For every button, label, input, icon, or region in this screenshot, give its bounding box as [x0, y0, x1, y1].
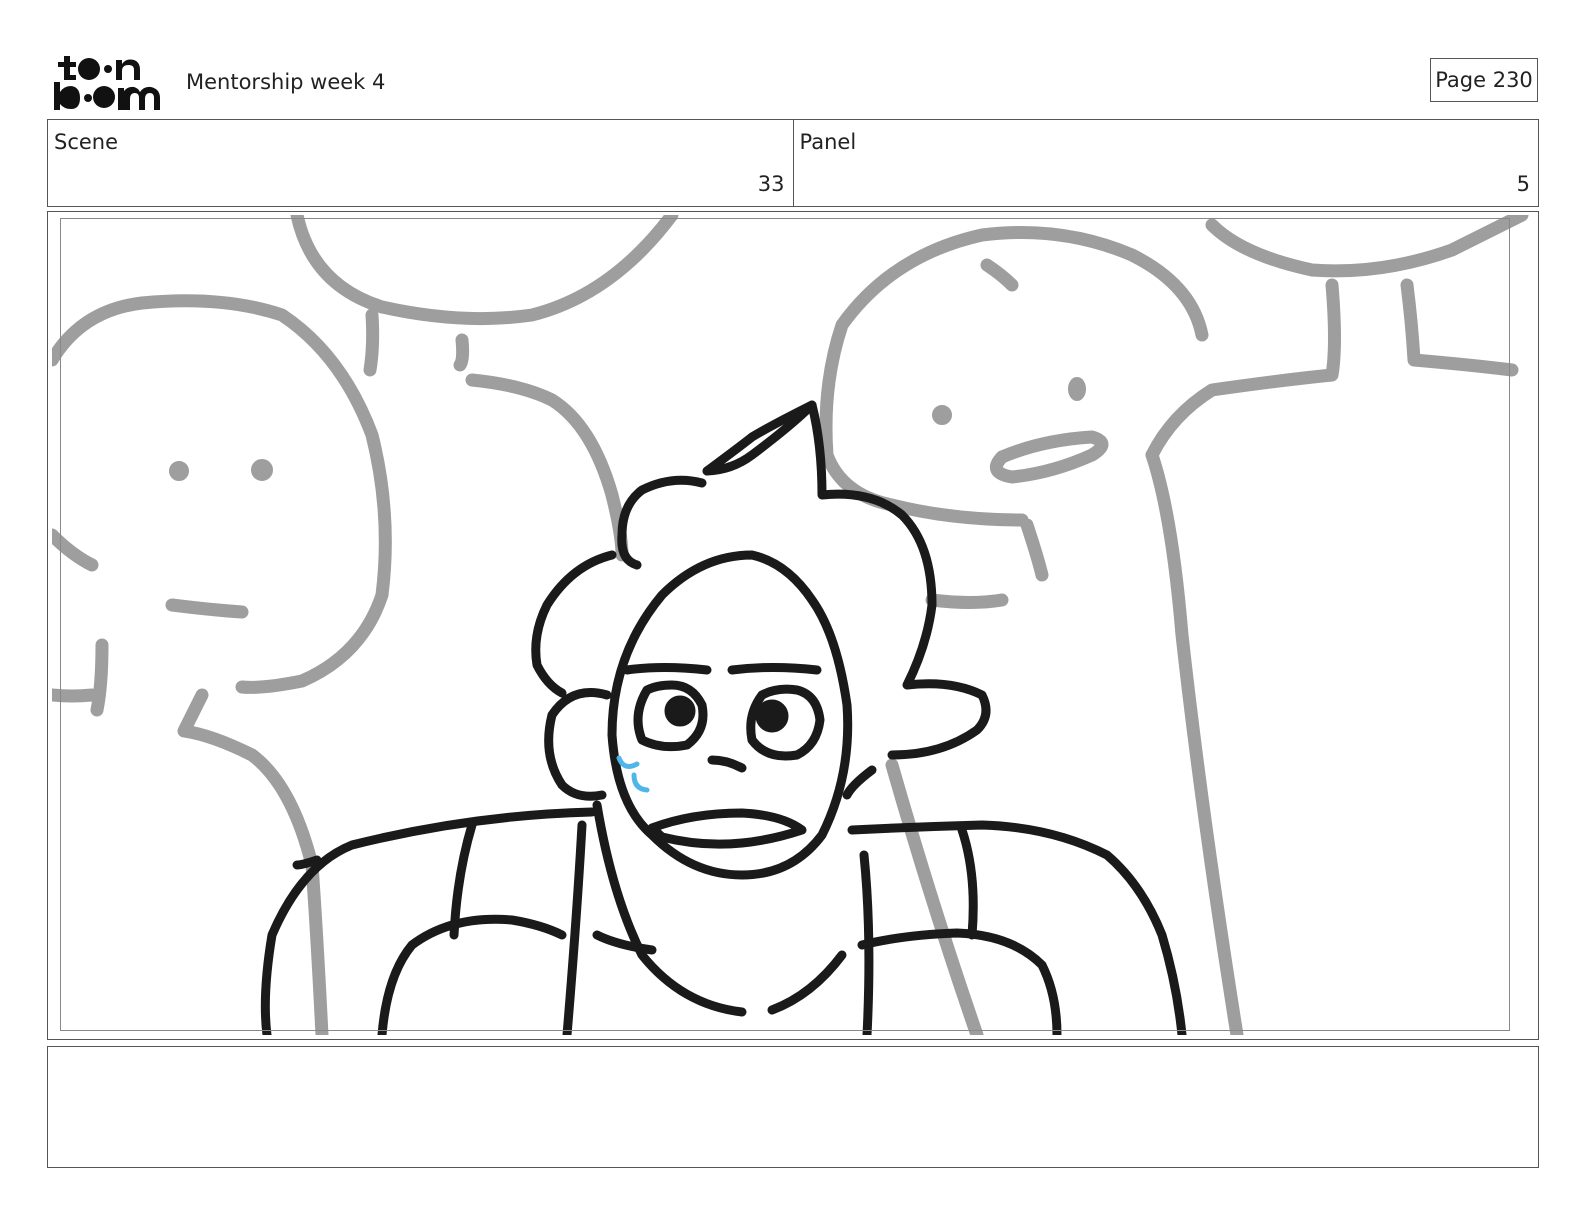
- toon-boom-logo: [52, 52, 164, 112]
- storyboard-sketch: [52, 215, 1529, 1035]
- scene-number: 33: [757, 172, 785, 196]
- panel-number: 5: [1516, 172, 1530, 196]
- panel-cell: Panel 5: [792, 120, 1539, 206]
- scene-panel-info: Scene 33 Panel 5: [47, 119, 1539, 207]
- page-number: Page 230: [1435, 68, 1533, 92]
- storyboard-panel: [47, 211, 1539, 1040]
- scene-cell: Scene 33: [48, 120, 793, 206]
- scene-label: Scene: [54, 130, 119, 154]
- page-number-box: Page 230: [1430, 58, 1538, 102]
- panel-label: Panel: [799, 130, 857, 154]
- panel-notes-box: [47, 1046, 1539, 1168]
- document-title: Mentorship week 4: [186, 70, 386, 94]
- logo-graphic: [54, 56, 160, 110]
